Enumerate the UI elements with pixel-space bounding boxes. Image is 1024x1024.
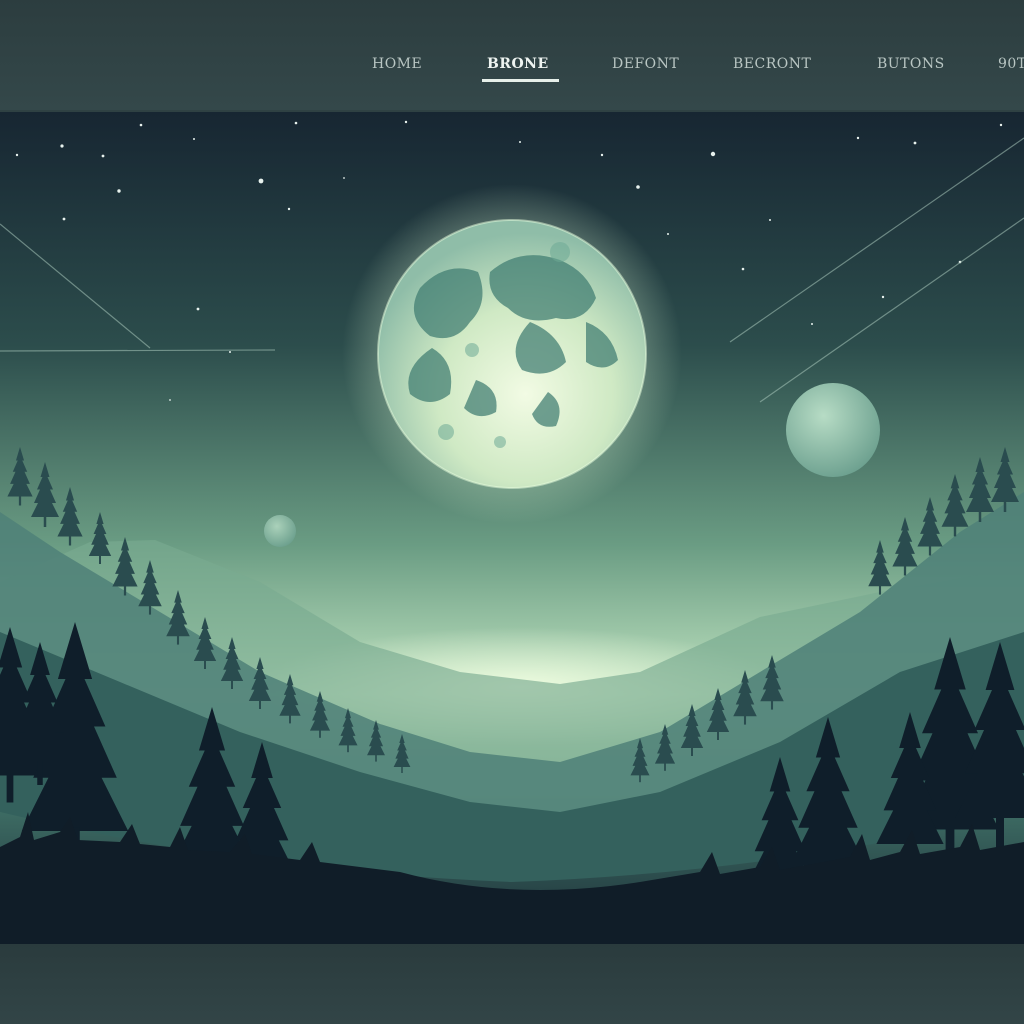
planet-small [264, 515, 296, 547]
nav-home[interactable]: HOME [372, 56, 422, 72]
hero-banner [0, 112, 1024, 944]
top-navbar: HOME BRONE DEFONT BECRONT BUTONS 90T [0, 0, 1024, 110]
nav-overflow[interactable]: 90T [998, 56, 1024, 72]
moon [377, 219, 647, 489]
nav-becront[interactable]: BECRONT [733, 56, 811, 72]
planet-large [786, 383, 880, 477]
page: HOME BRONE DEFONT BECRONT BUTONS 90T [0, 0, 1024, 1024]
nav-defont[interactable]: DEFONT [612, 56, 679, 72]
active-tab-underline [482, 79, 559, 82]
nav-brone[interactable]: BRONE [487, 56, 549, 72]
footer-bar [0, 944, 1024, 1024]
hero-illustration [0, 112, 1024, 944]
nav-butons[interactable]: BUTONS [877, 56, 945, 72]
